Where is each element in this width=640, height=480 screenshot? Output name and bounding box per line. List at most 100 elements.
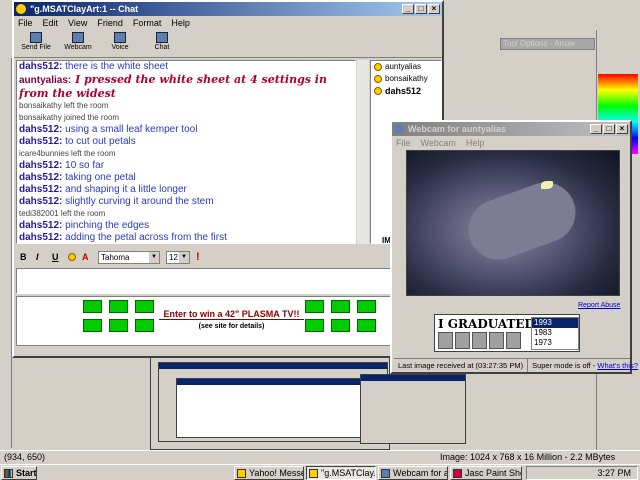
menu-help[interactable]: Help: [466, 136, 485, 150]
face-photo: [455, 332, 470, 349]
taskbar-webcam[interactable]: Webcam for au...: [378, 466, 448, 480]
message-scrollbar[interactable]: [357, 60, 369, 244]
graduation-ad[interactable]: I GRADUATED IN: 1993 1983 1973: [434, 314, 580, 352]
ad-headline: Enter to win a 42" PLASMA TV!!: [159, 309, 304, 320]
tv-icon: [331, 300, 350, 313]
webcam-window[interactable]: Webcam for auntyalias _ □ × File Webcam …: [390, 120, 638, 374]
ad-subtext: (see site for details): [198, 323, 265, 330]
size-select[interactable]: 12: [166, 250, 190, 264]
tool-palette[interactable]: [0, 58, 12, 448]
tv-icon: [109, 319, 128, 332]
chat-title: "g.MSATClayArt:1 -- Chat: [30, 4, 139, 14]
tv-icon: [305, 300, 324, 313]
alert-icon[interactable]: !: [196, 251, 200, 263]
menu-format[interactable]: Format: [133, 16, 162, 30]
whats-this-link[interactable]: What's this?: [597, 361, 638, 370]
chat-message: tedi382001 left the room: [19, 209, 106, 218]
taskbar: Start Yahoo! Messen... "g.MSATClay... We…: [0, 464, 640, 480]
webcam-icon: [72, 32, 84, 43]
start-button[interactable]: Start: [1, 466, 37, 480]
menu-webcam[interactable]: Webcam: [421, 136, 456, 150]
windows-icon: [4, 469, 13, 478]
year-option[interactable]: 1983: [532, 328, 578, 338]
menu-view[interactable]: View: [68, 16, 87, 30]
taskbar-yahoo[interactable]: Yahoo! Messen...: [234, 466, 304, 480]
face-photo: [472, 332, 487, 349]
underline-button[interactable]: U: [52, 252, 62, 262]
minimize-button[interactable]: _: [402, 4, 414, 14]
image-info: Image: 1024 x 768 x 16 Million - 2.2 MBy…: [440, 452, 616, 462]
user-list-item[interactable]: auntyalias: [371, 61, 441, 73]
voice-button[interactable]: Voice: [104, 30, 136, 57]
tv-icon: [83, 319, 102, 332]
webcam-title: Webcam for auntyalias: [408, 124, 506, 134]
chat-message: dahs512: adding the petal across from th…: [19, 232, 227, 243]
bold-button[interactable]: B: [20, 252, 30, 262]
chat-message: dahs512: taking one petal: [19, 172, 136, 183]
year-option[interactable]: 1993: [532, 318, 578, 328]
font-select[interactable]: Tahoma: [98, 250, 160, 264]
system-tray: 3:27 PM: [526, 466, 638, 480]
ghost-window: [360, 374, 466, 444]
chat-message: dahs512: and shaping it a little longer: [19, 184, 187, 195]
messenger-icon: [237, 469, 246, 478]
webcam-titlebar[interactable]: Webcam for auntyalias _ □ ×: [392, 122, 630, 136]
webcam-icon: [381, 469, 390, 478]
maximize-button[interactable]: □: [603, 124, 615, 134]
taskbar-chat[interactable]: "g.MSATClay...: [306, 466, 376, 480]
chat-message: dahs512: 10 so far: [19, 160, 105, 171]
maximize-button[interactable]: □: [415, 4, 427, 14]
close-button[interactable]: ×: [616, 124, 628, 134]
chat-message: bonsaikathy left the room: [19, 101, 109, 110]
smiley-icon: [374, 87, 382, 95]
chat-titlebar[interactable]: "g.MSATClayArt:1 -- Chat _ □ ×: [14, 2, 442, 16]
report-abuse-link[interactable]: Report Abuse: [578, 302, 620, 309]
tv-icon: [305, 319, 324, 332]
smiley-icon: [374, 75, 382, 83]
chat-menubar: File Edit View Friend Format Help: [14, 16, 442, 30]
tool-options-title: Tool Options - Arrow: [500, 38, 595, 50]
close-button[interactable]: ×: [428, 4, 440, 14]
face-photo: [438, 332, 453, 349]
year-option[interactable]: 1973: [532, 338, 578, 348]
chat-message: icare4bunnies left the room: [19, 149, 116, 158]
send-file-button[interactable]: Send File: [20, 30, 52, 57]
tv-icon: [357, 319, 376, 332]
last-image-status: Last image received at (03:27:35 PM): [394, 359, 529, 372]
menu-help[interactable]: Help: [171, 16, 190, 30]
italic-button[interactable]: I: [36, 252, 46, 262]
tv-icon: [135, 319, 154, 332]
message-input[interactable]: [16, 268, 442, 294]
chat-window[interactable]: "g.MSATClayArt:1 -- Chat _ □ × File Edit…: [12, 0, 444, 358]
menu-friend[interactable]: Friend: [97, 16, 123, 30]
super-mode-status: Super mode is off - What's this?: [528, 359, 640, 372]
user-list-item[interactable]: dahs512: [371, 85, 441, 97]
send-file-icon: [30, 32, 42, 43]
chat-message: dahs512: there is the white sheet: [19, 61, 168, 72]
tv-icon: [83, 300, 102, 313]
year-list[interactable]: 1993 1983 1973: [531, 317, 579, 350]
chat-message: dahs512: to cut out petals: [19, 136, 136, 147]
cursor-coords: (934, 650): [4, 452, 46, 462]
voice-icon: [114, 32, 126, 43]
color-icon[interactable]: A: [82, 252, 92, 262]
webcam-image: [406, 150, 620, 296]
tv-icon: [109, 300, 128, 313]
webcam-button[interactable]: Webcam: [62, 30, 94, 57]
menu-edit[interactable]: Edit: [43, 16, 59, 30]
chat-button[interactable]: Chat: [146, 30, 178, 57]
face-photo: [489, 332, 504, 349]
user-list-item[interactable]: bonsaikathy: [371, 73, 441, 85]
minimize-button[interactable]: _: [590, 124, 602, 134]
chat-message: auntyalias: I pressed the white sheet at…: [19, 73, 327, 100]
menu-file[interactable]: File: [18, 16, 33, 30]
chat-message: dahs512: pinching the edges: [19, 220, 150, 231]
emoticon-icon[interactable]: [68, 253, 76, 261]
tv-icon: [331, 319, 350, 332]
menu-file[interactable]: File: [396, 136, 411, 150]
hand-shape: [460, 173, 584, 269]
message-log[interactable]: dahs512: there is the white sheet auntyal…: [16, 60, 356, 244]
tv-icon: [357, 300, 376, 313]
plasma-tv-ad[interactable]: Enter to win a 42" PLASMA TV!! (see site…: [16, 296, 442, 346]
taskbar-paintshop[interactable]: Jasc Paint Shop...: [450, 466, 522, 480]
